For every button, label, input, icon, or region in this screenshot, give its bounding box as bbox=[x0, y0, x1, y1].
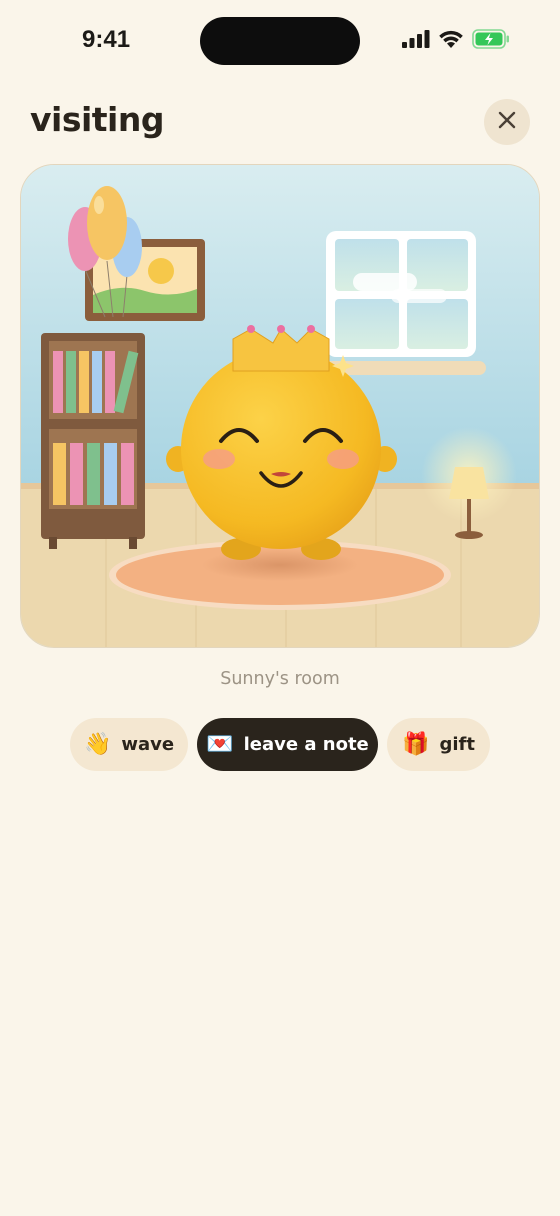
rug bbox=[109, 540, 451, 610]
close-icon bbox=[498, 111, 516, 133]
gift-button-label: gift bbox=[439, 734, 475, 755]
battery-charging-icon bbox=[472, 29, 510, 53]
header: visiting bbox=[0, 96, 560, 152]
status-icons bbox=[402, 29, 510, 53]
leave-note-button[interactable]: 💌 leave a note bbox=[197, 718, 378, 771]
room-scene[interactable] bbox=[20, 164, 540, 648]
signal-icon bbox=[402, 30, 430, 52]
bookshelf bbox=[41, 333, 145, 549]
dynamic-island bbox=[200, 17, 360, 65]
close-button[interactable] bbox=[484, 99, 530, 145]
page-title: visiting bbox=[30, 100, 164, 139]
status-bar: 9:41 bbox=[0, 0, 560, 80]
status-time: 9:41 bbox=[82, 26, 131, 53]
room-caption: Sunny's room bbox=[220, 669, 340, 689]
room-illustration bbox=[21, 165, 539, 647]
action-bar: 👋 wave 💌 leave a note 🎁 gift bbox=[0, 718, 560, 772]
window bbox=[321, 231, 486, 375]
waving-hand-icon: 👋 bbox=[83, 731, 112, 757]
wave-button-label: wave bbox=[121, 734, 175, 755]
love-letter-icon: 💌 bbox=[206, 731, 234, 757]
wifi-icon bbox=[438, 30, 464, 53]
gift-icon: 🎁 bbox=[402, 731, 430, 757]
leave-note-button-label: leave a note bbox=[243, 734, 369, 755]
gift-button[interactable]: 🎁 gift bbox=[387, 718, 490, 771]
wave-button[interactable]: 👋 wave bbox=[70, 718, 188, 771]
